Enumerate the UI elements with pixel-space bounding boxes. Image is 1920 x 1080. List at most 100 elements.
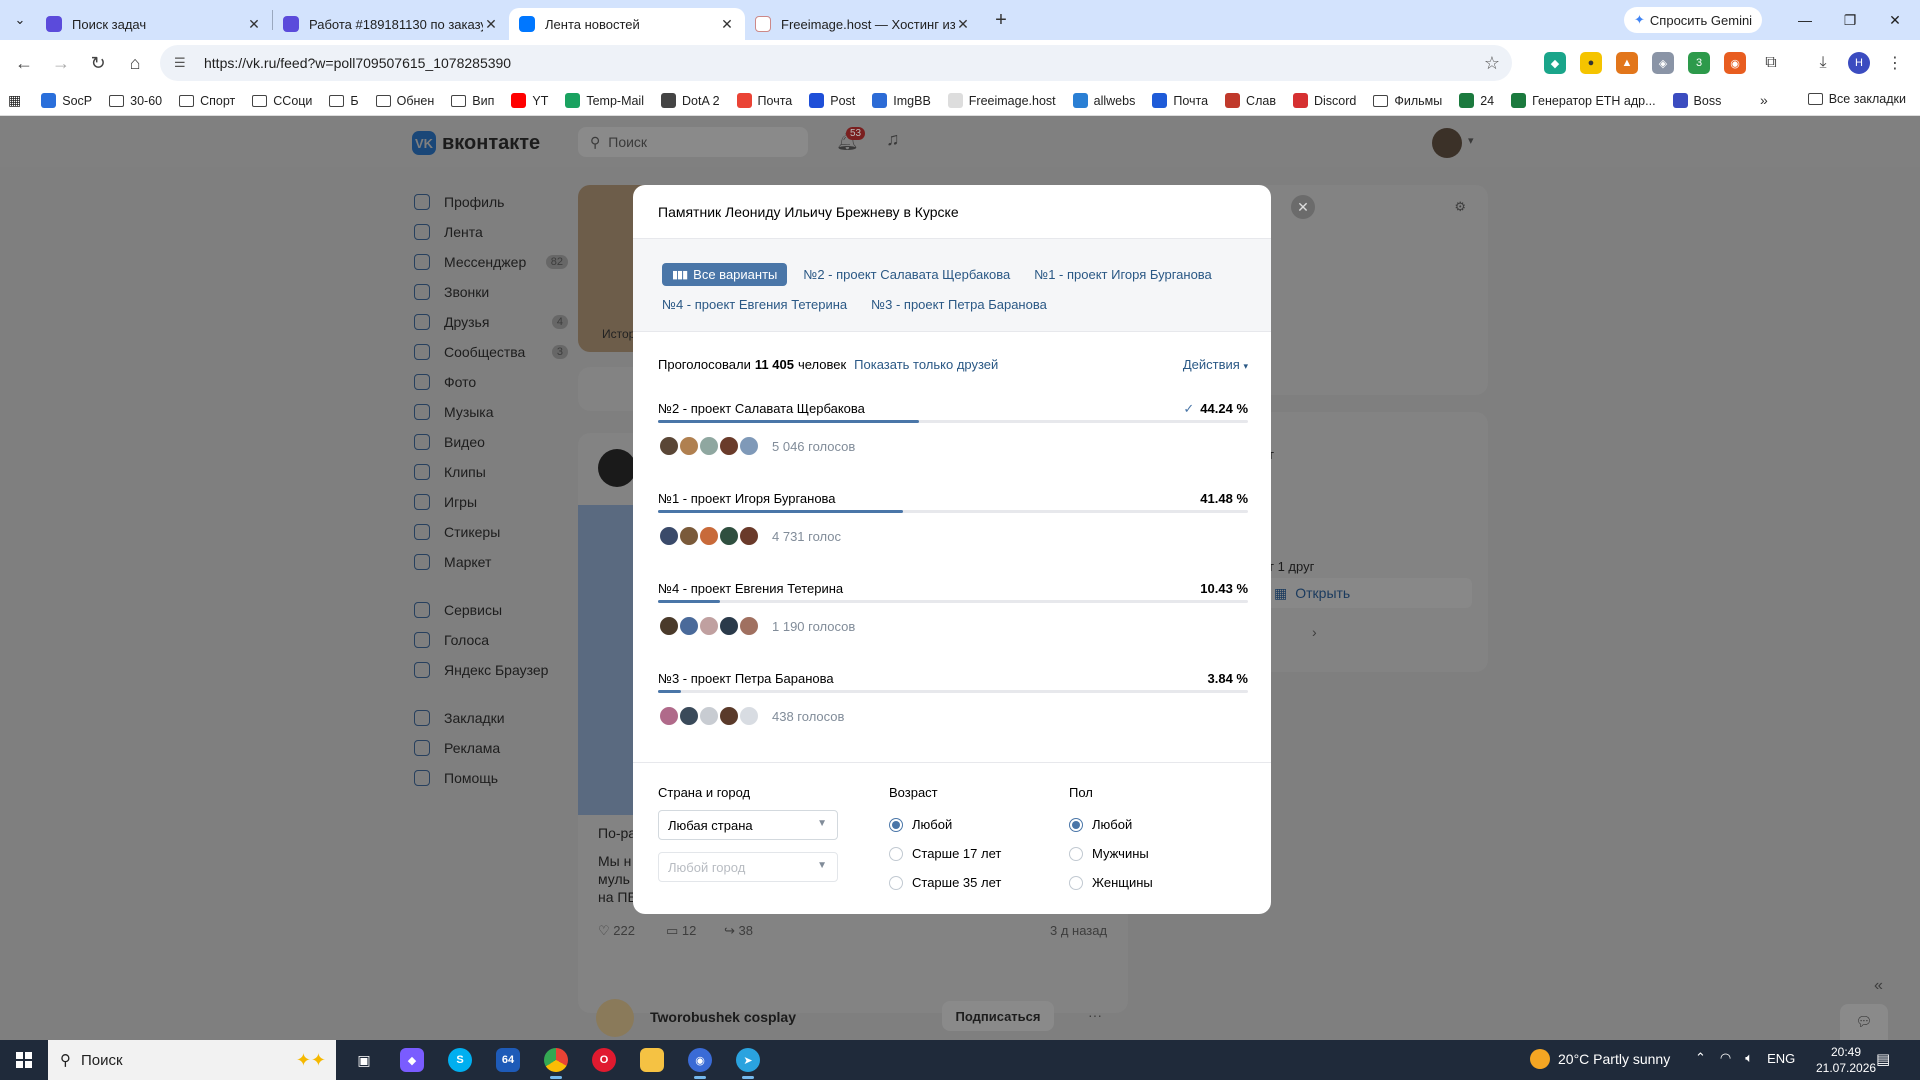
ask-gemini-button[interactable]: ✦ Спросить Gemini	[1624, 7, 1763, 33]
radio-option[interactable]: Старше 17 лет	[889, 839, 1001, 868]
sidebar-item[interactable]: Лента	[414, 217, 574, 247]
sidebar-item[interactable]: Голоса	[414, 625, 574, 655]
taskbar-search[interactable]: ⚲ Поиск ✦✦	[48, 1040, 336, 1080]
extension-icon[interactable]: ◆	[1544, 52, 1566, 74]
bookmark-item[interactable]: Спорт	[179, 94, 235, 108]
tab-option-3[interactable]: №3 - проект Петра Баранова	[871, 297, 1047, 312]
telegram-app[interactable]: ➤	[728, 1040, 768, 1080]
bookmarks-overflow-icon[interactable]: »	[1760, 92, 1768, 108]
bookmark-item[interactable]: Boss	[1672, 93, 1721, 108]
metamask-icon[interactable]: ▲	[1616, 52, 1638, 74]
avatar[interactable]	[678, 525, 700, 547]
radio-button[interactable]	[1069, 817, 1083, 832]
all-bookmarks-button[interactable]: Все закладки	[1807, 92, 1906, 106]
vk-search-input[interactable]: ⚲ Поиск	[578, 127, 808, 157]
radio-option[interactable]: Старше 35 лет	[889, 868, 1001, 897]
vote-count[interactable]: 438 голосов	[772, 709, 844, 724]
chevron-down-icon[interactable]: ▾	[1468, 134, 1474, 147]
forward-button[interactable]: →	[45, 47, 77, 79]
radio-option[interactable]: Мужчины	[1069, 839, 1153, 868]
bookmark-item[interactable]: DotA 2	[661, 93, 720, 108]
radio-button[interactable]	[889, 846, 903, 861]
site-info-icon[interactable]: ☰	[174, 55, 190, 71]
app-shield[interactable]: ◉	[680, 1040, 720, 1080]
explorer-app[interactable]	[632, 1040, 672, 1080]
bookmark-item[interactable]: Freeimage.host	[947, 93, 1056, 108]
download-icon[interactable]: ⤓	[1812, 52, 1834, 74]
filter-icon[interactable]: ⚙︎	[1454, 199, 1466, 215]
avatar[interactable]	[698, 705, 720, 727]
poll-option[interactable]: №1 - проект Игоря Бурганова 41.48 % 4 731 …	[658, 491, 1248, 547]
restore-button[interactable]: ❐	[1830, 8, 1870, 32]
bookmark-item[interactable]: ССоци	[252, 94, 312, 108]
radio-button[interactable]	[1069, 846, 1083, 861]
profile-avatar[interactable]: Н	[1848, 52, 1870, 74]
extension-icon[interactable]: ●	[1580, 52, 1602, 74]
notification-center-icon[interactable]: ▤	[1876, 1050, 1890, 1068]
sidebar-item[interactable]: Звонки	[414, 277, 574, 307]
close-window-button[interactable]: ✕	[1875, 8, 1915, 32]
browser-tab-2[interactable]: Лента новостей ✕	[509, 8, 745, 40]
bookmark-item[interactable]: YT	[511, 93, 548, 108]
tab-option-2[interactable]: №2 - проект Салавата Щербакова	[803, 267, 1010, 282]
avatar[interactable]	[718, 435, 740, 457]
sidebar-item[interactable]: Сообщества 3	[414, 337, 574, 367]
voter-avatars[interactable]: 438 голосов	[658, 705, 844, 727]
city-select[interactable]: Любой город ▼	[658, 852, 838, 882]
poll-option[interactable]: №3 - проект Петра Баранова 3.84 % 438 голо…	[658, 671, 1248, 727]
language-indicator[interactable]: ENG	[1767, 1051, 1795, 1066]
bookmark-item[interactable]: Post	[809, 93, 855, 108]
sidebar-item[interactable]: Стикеры	[414, 517, 574, 547]
friends-only-link[interactable]: Показать только друзей	[854, 357, 998, 372]
start-button[interactable]	[0, 1040, 48, 1080]
avatar[interactable]	[678, 435, 700, 457]
user-avatar[interactable]	[1432, 128, 1462, 158]
avatar[interactable]	[658, 435, 680, 457]
chevron-right-icon[interactable]: ›	[1312, 624, 1317, 640]
extension-icon[interactable]: ◉	[1724, 52, 1746, 74]
radio-button[interactable]	[889, 817, 903, 832]
bookmark-item[interactable]: Вип	[451, 94, 494, 108]
minimize-button[interactable]: —	[1785, 8, 1825, 32]
avatar[interactable]	[678, 705, 700, 727]
poll-option[interactable]: №2 - проект Салавата Щербакова ✓ 44.24 % 5 …	[658, 401, 1248, 457]
browser-tab-0[interactable]: Поиск задач ✕	[36, 8, 272, 40]
avatar[interactable]	[678, 615, 700, 637]
avatar[interactable]	[738, 615, 760, 637]
share-button[interactable]: ↪ 38	[724, 923, 753, 939]
like-button[interactable]: ♡ 222	[598, 923, 635, 939]
weather-widget[interactable]: 20°C Partly sunny	[1530, 1049, 1670, 1069]
vote-count[interactable]: 4 731 голос	[772, 529, 841, 544]
tab-search-dropdown[interactable]: ⌄	[8, 8, 32, 32]
close-icon[interactable]: ✕	[246, 16, 262, 33]
close-icon[interactable]: ✕	[483, 16, 499, 33]
shield-icon[interactable]: ◈	[1652, 52, 1674, 74]
open-button[interactable]: ▦ Открыть	[1262, 578, 1472, 608]
sidebar-item[interactable]: Профиль	[414, 187, 574, 217]
avatar[interactable]	[658, 705, 680, 727]
bookmark-item[interactable]: Обнен	[375, 94, 434, 108]
chevron-up-icon[interactable]: ⌃	[1695, 1050, 1706, 1066]
more-icon[interactable]: ···	[1088, 1007, 1102, 1023]
bookmark-star-icon[interactable]: ☆	[1484, 53, 1500, 74]
bookmark-item[interactable]: Фильмы	[1373, 94, 1442, 108]
extension-icon[interactable]: 3	[1688, 52, 1710, 74]
apps-grid-icon[interactable]: ▦	[8, 92, 21, 109]
subscribe-button[interactable]: Подписаться	[942, 1001, 1054, 1031]
home-button[interactable]: ⌂	[119, 47, 151, 79]
sidebar-item[interactable]: Закладки	[414, 703, 574, 733]
sidebar-item[interactable]: Помощь	[414, 763, 574, 793]
bookmark-item[interactable]: Temp-Mail	[565, 93, 644, 108]
sidebar-item[interactable]: Друзья 4	[414, 307, 574, 337]
voter-avatars[interactable]: 1 190 голосов	[658, 615, 855, 637]
vote-count[interactable]: 1 190 голосов	[772, 619, 855, 634]
browser-tab-1[interactable]: Работа #189181130 по заказу ✕	[273, 8, 509, 40]
skype-app[interactable]: S	[440, 1040, 480, 1080]
sidebar-item[interactable]: Видео	[414, 427, 574, 457]
chrome-app[interactable]	[536, 1040, 576, 1080]
radio-button[interactable]	[889, 875, 903, 890]
sidebar-item[interactable]: Яндекс Браузер	[414, 655, 574, 685]
vote-count[interactable]: 5 046 голосов	[772, 439, 855, 454]
bookmark-item[interactable]: Почта	[1152, 93, 1208, 108]
reload-button[interactable]: ↻	[82, 47, 114, 79]
